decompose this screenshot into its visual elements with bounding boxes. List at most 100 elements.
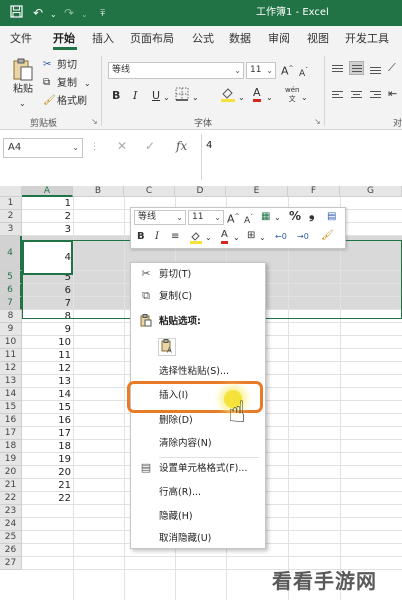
tab-view[interactable]: 视图 [307, 32, 329, 46]
row-header[interactable]: 27 [0, 557, 22, 570]
row-header[interactable]: 16 [0, 414, 22, 427]
fill-color-dropdown-icon[interactable]: ⌄ [238, 91, 245, 105]
menu-item-copy[interactable]: ⧉ 复制(C) [131, 287, 265, 307]
comma-button[interactable]: ❟ [309, 207, 315, 221]
copy-dropdown-icon[interactable]: ⌄ [84, 78, 91, 90]
row-header[interactable]: 25 [0, 531, 22, 544]
tab-page-layout[interactable]: 页面布局 [130, 32, 174, 46]
row-header[interactable]: 2 [0, 210, 22, 223]
cell-a[interactable]: 9 [22, 324, 73, 336]
tab-developer[interactable]: 开发工具 [345, 32, 389, 46]
cell-a[interactable]: 6 [22, 285, 73, 297]
row-header[interactable]: 22 [0, 492, 22, 505]
row-header[interactable]: 14 [0, 388, 22, 401]
row-header[interactable]: 23 [0, 505, 22, 518]
column-header-b[interactable]: B [73, 186, 124, 197]
bold-button[interactable]: B [112, 89, 120, 103]
grow-font-button[interactable]: A^ [281, 62, 294, 79]
column-header-e[interactable]: E [226, 186, 288, 197]
formula-input[interactable]: 4 [206, 140, 212, 151]
increase-decimal-icon[interactable]: ←0 [275, 230, 287, 244]
row-header[interactable]: 7 [0, 297, 22, 310]
row-header[interactable]: 12 [0, 362, 22, 375]
customize-toolbar-icon[interactable]: ⩱ [100, 6, 105, 22]
row-header[interactable]: 6 [0, 284, 22, 297]
menu-item-clear-contents[interactable]: 清除内容(N) [131, 434, 265, 454]
row-header[interactable]: 18 [0, 440, 22, 453]
menu-item-cut[interactable]: ✂ 剪切(T) [131, 265, 265, 285]
fill-color-icon[interactable] [220, 86, 236, 106]
cell-a[interactable]: 22 [22, 493, 73, 505]
tab-formulas[interactable]: 公式 [192, 32, 214, 46]
cell-a[interactable]: 15 [22, 402, 73, 414]
insert-function-button[interactable]: fx [176, 139, 187, 153]
align-right-icon[interactable] [368, 88, 383, 102]
cancel-icon[interactable]: ✕ [117, 139, 127, 153]
undo-dropdown-icon[interactable]: ⌄ [50, 7, 57, 23]
column-header-a[interactable]: A [22, 186, 73, 197]
clipboard-launcher-icon[interactable]: ↘ [91, 117, 98, 126]
mini-font-color-button[interactable]: A [221, 229, 228, 244]
mini-format-painter-icon[interactable]: 🖌 [321, 229, 334, 243]
font-color-button[interactable]: A [253, 86, 261, 102]
align-center-icon[interactable] [349, 88, 364, 102]
phonetic-dropdown-icon[interactable]: ⌄ [301, 91, 308, 105]
font-launcher-icon[interactable]: ↘ [314, 117, 321, 126]
cell-a[interactable]: 10 [22, 337, 73, 349]
align-left-icon[interactable] [330, 88, 345, 102]
row-header[interactable]: 15 [0, 401, 22, 414]
cell-a[interactable]: 16 [22, 415, 73, 427]
cell-a[interactable]: 1 [22, 198, 73, 210]
row-header[interactable]: 9 [0, 323, 22, 336]
cell-a[interactable]: 20 [22, 467, 73, 479]
font-color-dropdown-icon[interactable]: ⌄ [266, 91, 273, 105]
currency-icon[interactable]: ▦ [261, 210, 270, 224]
underline-button[interactable]: U [152, 89, 160, 103]
cell-a[interactable]: 18 [22, 441, 73, 453]
row-header[interactable]: 4 [0, 236, 22, 271]
column-header-g[interactable]: G [340, 186, 402, 197]
paste-dropdown-icon[interactable]: ⌄ [19, 98, 26, 110]
tab-file[interactable]: 文件 [10, 32, 32, 46]
decrease-decimal-icon[interactable]: →0 [297, 230, 309, 244]
tab-home[interactable]: 开始 [53, 32, 75, 46]
align-middle-icon[interactable] [349, 61, 364, 75]
paste-icon[interactable] [11, 58, 35, 86]
mini-font-size-select[interactable]: 11 ⌄ [188, 210, 224, 225]
tab-review[interactable]: 审阅 [268, 32, 290, 46]
mini-bold-button[interactable]: B [137, 230, 145, 244]
row-header[interactable]: 13 [0, 375, 22, 388]
enter-icon[interactable]: ✓ [145, 139, 155, 153]
mini-grow-font-button[interactable]: A^ [227, 210, 240, 227]
row-header[interactable]: 20 [0, 466, 22, 479]
menu-item-paste-special[interactable]: 选择性粘贴(S)... [131, 362, 265, 382]
underline-dropdown-icon[interactable]: ⌄ [163, 91, 170, 105]
column-header-d[interactable]: D [175, 186, 226, 197]
row-header[interactable]: 3 [0, 223, 22, 236]
mini-font-name-select[interactable]: 等线 ⌄ [134, 210, 186, 225]
cell-a[interactable]: 7 [22, 298, 73, 310]
row-header[interactable]: 5 [0, 271, 22, 284]
cell-a[interactable]: 11 [22, 350, 73, 362]
menu-item-format-cells[interactable]: ▤ 设置单元格格式(F)... [131, 459, 265, 479]
orientation-icon[interactable]: ⟋ [388, 61, 396, 75]
font-name-select[interactable]: 等线 ⌄ [108, 62, 244, 79]
row-header[interactable]: 19 [0, 453, 22, 466]
cell-a[interactable]: 2 [22, 211, 73, 223]
undo-icon[interactable]: ↶ [33, 5, 43, 21]
mini-fill-color-icon[interactable] [189, 230, 203, 249]
row-header[interactable]: 10 [0, 336, 22, 349]
align-top-icon[interactable] [330, 62, 345, 76]
row-header[interactable]: 1 [0, 197, 22, 210]
row-header[interactable]: 8 [0, 310, 22, 323]
row-header[interactable]: 11 [0, 349, 22, 362]
tab-insert[interactable]: 插入 [92, 32, 114, 46]
borders-icon[interactable] [175, 87, 189, 105]
cell-a[interactable]: 12 [22, 363, 73, 375]
paste-option-icon[interactable]: A [158, 338, 176, 356]
select-all-corner[interactable] [0, 186, 22, 197]
row-header[interactable]: 24 [0, 518, 22, 531]
menu-item-row-height[interactable]: 行高(R)... [131, 483, 265, 503]
phonetic-icon[interactable]: wén 文 [285, 86, 299, 104]
cell-a[interactable]: 14 [22, 389, 73, 401]
